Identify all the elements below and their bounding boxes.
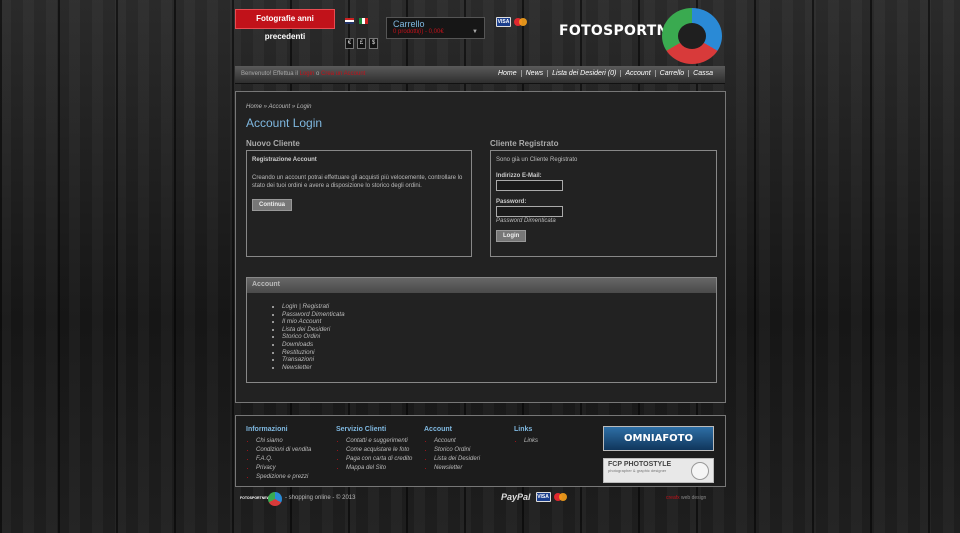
account-links: Login | Registrati Password Dimenticata …: [247, 303, 716, 371]
bottom-logo[interactable]: FOTOSPORTNEW: [240, 492, 282, 506]
registered-intro: Sono già un Cliente Registrato: [496, 157, 578, 163]
nav-cart[interactable]: Carrello: [654, 70, 689, 77]
currency-dollar-button[interactable]: $: [369, 38, 378, 49]
footer-link[interactable]: Spedizione e prezzi: [256, 473, 311, 482]
breadcrumb-login[interactable]: Login: [297, 104, 312, 110]
top-nav-links: Home News Lista dei Desideri (0) Account…: [494, 70, 717, 77]
email-field[interactable]: [496, 180, 563, 191]
footer-link[interactable]: Paga con carta di credito: [346, 455, 412, 464]
login-button[interactable]: Login: [496, 230, 527, 242]
account-link-downloads[interactable]: Downloads: [282, 341, 716, 349]
account-link-wishlist[interactable]: Lista dei Desideri: [282, 326, 716, 334]
account-link-login-register[interactable]: Login | Registrati: [282, 303, 716, 311]
english-flag-icon[interactable]: [345, 18, 354, 24]
payment-cards: VISA: [496, 17, 528, 27]
cart-title: Carrello: [393, 19, 425, 29]
cart-dropdown[interactable]: Carrello 0 prodotti(i) - 0,00€ ▼: [386, 17, 485, 39]
credits[interactable]: creafx web design: [666, 495, 706, 501]
register-link[interactable]: Crea un Account: [321, 71, 365, 77]
cart-summary: 0 prodotti(i) - 0,00€: [393, 29, 444, 35]
register-description: Creando un account potrai effettuare gli…: [252, 175, 463, 189]
copyright-text: - shopping online - © 2013: [285, 495, 356, 501]
welcome-or-text: o: [315, 71, 320, 77]
registered-customer-box: Sono già un Cliente Registrato Indirizzo…: [490, 150, 717, 257]
footer-link[interactable]: Storico Ordini: [434, 446, 480, 455]
login-link[interactable]: Login: [300, 71, 315, 77]
footer-link[interactable]: Lista dei Desideri: [434, 455, 480, 464]
nav-news[interactable]: News: [520, 70, 548, 77]
footer-link[interactable]: Links: [524, 437, 538, 446]
omniafoto-banner[interactable]: OMNIAFOTO: [603, 426, 714, 451]
fcp-badge-icon: [691, 462, 709, 480]
footer-link[interactable]: Condizioni di vendita: [256, 446, 311, 455]
register-heading: Registrazione Account: [252, 157, 317, 163]
footer-link[interactable]: Contatti e suggerimenti: [346, 437, 412, 446]
footer: Informazioni Chi siamo Condizioni di ven…: [235, 415, 726, 487]
footer-info-title: Informazioni: [246, 426, 288, 433]
site-logo[interactable]: FOTOSPORTNEW: [557, 6, 725, 64]
account-link-my-account[interactable]: Il mio Account: [282, 318, 716, 326]
previous-years-photos-button[interactable]: Fotografie anni precedenti: [235, 9, 335, 41]
bottom-logo-text: FOTOSPORTNEW: [240, 496, 270, 500]
email-label: Indirizzo E-Mail:: [496, 173, 542, 179]
footer-account-column: Account Account Storico Ordini Lista dei…: [424, 426, 480, 473]
logo-ring-icon: [662, 8, 722, 64]
currency-euro-button[interactable]: €: [345, 38, 354, 49]
paypal-logo: PayPal: [501, 492, 531, 502]
currency-selector: € £ $: [345, 38, 378, 49]
page-title: Account Login: [246, 116, 323, 130]
language-selector: [345, 18, 368, 24]
mastercard-icon: [513, 17, 528, 27]
mastercard-icon: [553, 492, 568, 502]
nav-account[interactable]: Account: [620, 70, 654, 77]
footer-service-column: Servizio Clienti Contatti e suggerimenti…: [336, 426, 412, 473]
nav-wishlist[interactable]: Lista dei Desideri (0): [547, 70, 620, 77]
nav-home[interactable]: Home: [494, 70, 521, 77]
account-link-newsletter[interactable]: Newsletter: [282, 364, 716, 372]
navigation-bar: Benvenuto! Effettua il Login o Crea un A…: [235, 66, 725, 84]
footer-info-column: Informazioni Chi siamo Condizioni di ven…: [246, 426, 311, 482]
footer-link[interactable]: Newsletter: [434, 464, 480, 473]
footer-service-title: Servizio Clienti: [336, 426, 387, 433]
currency-pound-button[interactable]: £: [357, 38, 366, 49]
footer-link[interactable]: Chi siamo: [256, 437, 311, 446]
breadcrumb: Home » Account » Login: [246, 104, 312, 110]
account-link-returns[interactable]: Restituzioni: [282, 349, 716, 357]
italian-flag-icon[interactable]: [359, 18, 368, 24]
nav-checkout[interactable]: Cassa: [688, 70, 717, 77]
account-box: Account Login | Registrati Password Dime…: [246, 277, 717, 383]
credits-text: web design: [681, 495, 707, 501]
footer-link[interactable]: F.A.Q.: [256, 455, 311, 464]
password-field[interactable]: [496, 206, 563, 217]
account-box-title: Account: [247, 278, 716, 293]
continue-button[interactable]: Continua: [252, 199, 292, 211]
new-customer-box: Registrazione Account Creando un account…: [246, 150, 472, 257]
breadcrumb-account[interactable]: Account: [268, 104, 290, 110]
fcp-photostyle-banner[interactable]: FCP PHOTOSTYLE photographer & graphic de…: [603, 458, 714, 483]
password-label: Password:: [496, 199, 527, 205]
footer-account-title: Account: [424, 426, 452, 433]
main-content: Home » Account » Login Account Login Nuo…: [235, 91, 726, 403]
footer-links-column: Links Links: [514, 426, 538, 446]
welcome-message: Benvenuto! Effettua il Login o Crea un A…: [241, 71, 365, 77]
account-link-order-history[interactable]: Storico Ordini: [282, 333, 716, 341]
payment-methods: PayPal VISA: [501, 492, 568, 502]
breadcrumb-home[interactable]: Home: [246, 104, 262, 110]
footer-link[interactable]: Come acquistare le foto: [346, 446, 412, 455]
footer-link[interactable]: Account: [434, 437, 480, 446]
account-link-transactions[interactable]: Transazioni: [282, 356, 716, 364]
welcome-text: Benvenuto! Effettua il: [241, 71, 298, 77]
chevron-down-icon: ▼: [472, 29, 478, 35]
footer-link[interactable]: Privacy: [256, 464, 311, 473]
visa-card-icon: VISA: [535, 492, 551, 502]
forgot-password-link[interactable]: Password Dimenticata: [496, 218, 711, 224]
new-customer-title: Nuovo Cliente: [246, 139, 300, 148]
footer-links-title: Links: [514, 426, 533, 433]
credits-brand: creafx: [666, 495, 680, 501]
bottom-logo-ring-icon: [268, 492, 282, 506]
footer-link[interactable]: Mappa del Sito: [346, 464, 412, 473]
registered-customer-title: Cliente Registrato: [490, 139, 559, 148]
account-link-forgot-password[interactable]: Password Dimenticata: [282, 311, 716, 319]
visa-card-icon: VISA: [496, 17, 511, 27]
